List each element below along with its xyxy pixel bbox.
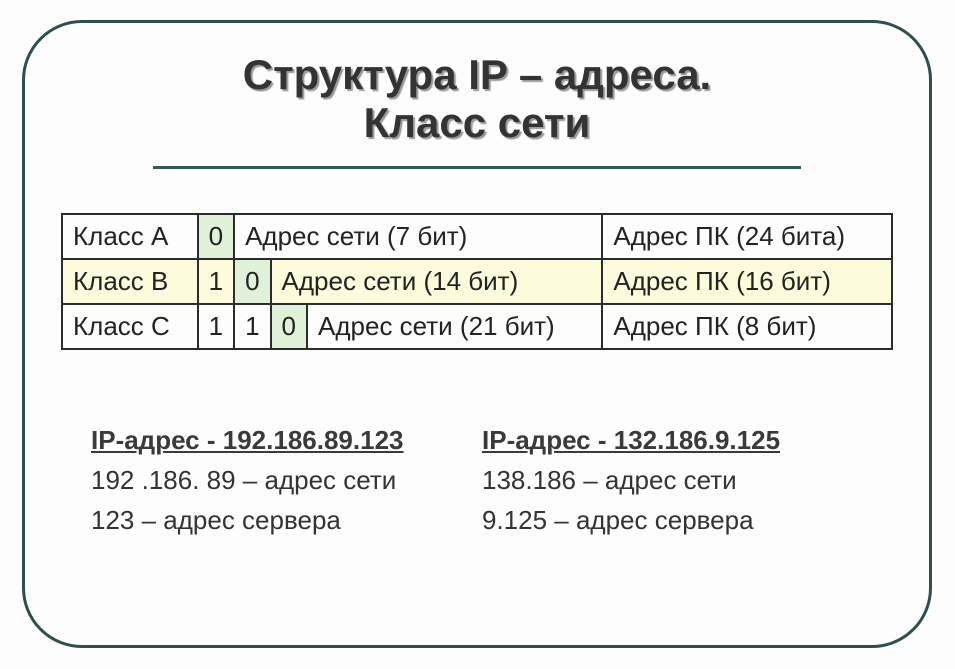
class-c-net: Адрес сети (21 бит): [307, 304, 602, 349]
class-c-bit1: 1: [234, 304, 270, 349]
slide-frame: Структура IP – адреса. Класс сети Класс …: [22, 20, 932, 648]
class-c-bit0: 1: [198, 304, 234, 349]
class-a-net: Адрес сети (7 бит): [234, 214, 602, 259]
example-right: IP-адрес - 132.186.9.125 138.186 – адрес…: [482, 420, 873, 541]
example-right-head: IP-адрес - 132.186.9.125: [482, 420, 873, 460]
class-c-label: Класс С: [62, 304, 198, 349]
class-c-host: Адрес ПК (8 бит): [602, 304, 892, 349]
title-line-2: Класс сети: [153, 99, 802, 147]
class-c-bit2: 0: [271, 304, 307, 349]
table-row-class-b: Класс В 1 0 Адрес сети (14 бит) Адрес ПК…: [62, 259, 892, 304]
table-row-class-a: Класс А 0 Адрес сети (7 бит) Адрес ПК (2…: [62, 214, 892, 259]
example-left: IP-адрес - 192.186.89.123 192 .186. 89 –…: [91, 420, 482, 541]
example-left-head: IP-адрес - 192.186.89.123: [91, 420, 482, 460]
title-line-1: Структура IP – адреса.: [153, 51, 802, 99]
example-left-srv: 123 – адрес сервера: [91, 500, 482, 540]
class-b-net: Адрес сети (14 бит): [271, 259, 603, 304]
class-b-bit1: 0: [234, 259, 270, 304]
class-a-bit0: 0: [198, 214, 234, 259]
examples-block: IP-адрес - 192.186.89.123 192 .186. 89 –…: [61, 420, 893, 541]
example-right-srv: 9.125 – адрес сервера: [482, 500, 873, 540]
class-a-host: Адрес ПК (24 бита): [602, 214, 892, 259]
class-b-host: Адрес ПК (16 бит): [602, 259, 892, 304]
ip-class-table: Класс А 0 Адрес сети (7 бит) Адрес ПК (2…: [61, 213, 893, 350]
example-right-net: 138.186 – адрес сети: [482, 460, 873, 500]
class-b-bit0: 1: [198, 259, 234, 304]
class-a-label: Класс А: [62, 214, 198, 259]
class-b-label: Класс В: [62, 259, 198, 304]
title-block: Структура IP – адреса. Класс сети: [153, 51, 802, 169]
example-left-net: 192 .186. 89 – адрес сети: [91, 460, 482, 500]
table-row-class-c: Класс С 1 1 0 Адрес сети (21 бит) Адрес …: [62, 304, 892, 349]
